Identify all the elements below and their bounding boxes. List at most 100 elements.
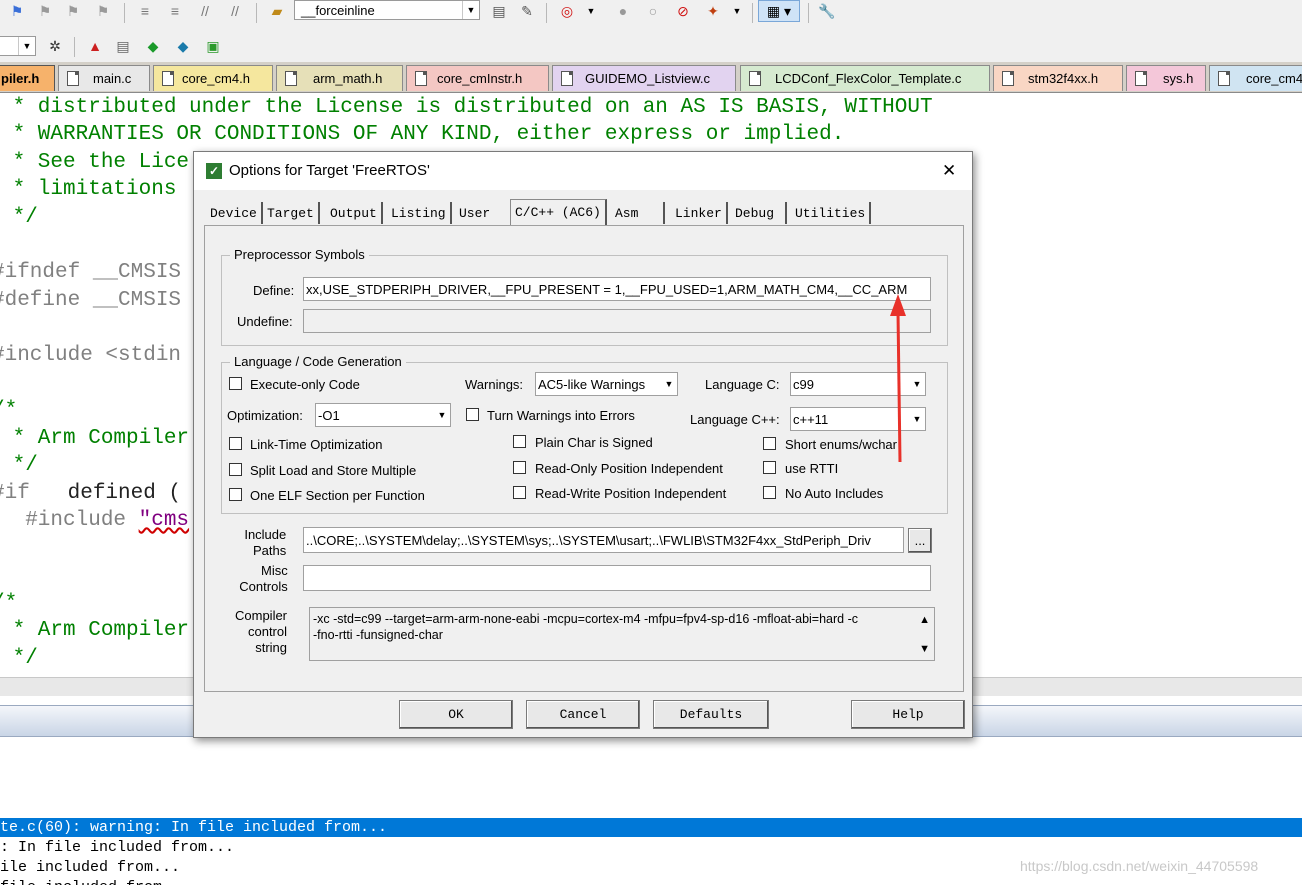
tab-guidemo-listview-c[interactable]: GUIDEMO_Listview.c — [552, 65, 736, 91]
read-write-label: Read-Write Position Independent — [535, 486, 727, 501]
tab-asm[interactable]: Asm — [611, 202, 665, 224]
compiler-control-string[interactable]: -xc -std=c99 --target=arm-arm-none-eabi … — [309, 607, 935, 661]
dropdown-arrow-icon[interactable]: ▼ — [580, 0, 602, 22]
tab-label: arm_math.h — [313, 71, 383, 86]
code-token: #include — [0, 509, 139, 532]
window-layout-icon[interactable]: ▦ ▾ — [758, 0, 800, 22]
no-auto-includes-checkbox[interactable] — [763, 486, 776, 499]
warnings-select[interactable]: AC5-like Warnings ▼ — [535, 372, 678, 396]
code-line: #include "cms — [0, 507, 189, 534]
build-output-line[interactable]: : In file included from... — [0, 838, 234, 858]
comment-icon[interactable]: // — [194, 0, 216, 22]
file-tab-bar: piler.h main.c core_cm4.h arm_math.h cor… — [0, 62, 1302, 93]
define-input[interactable]: xx,USE_STDPERIPH_DRIVER,__FPU_PRESENT = … — [303, 277, 931, 301]
help-button[interactable]: Help — [851, 700, 965, 729]
dropdown-arrow-icon[interactable]: ▼ — [726, 0, 748, 22]
one-elf-checkbox[interactable] — [229, 488, 242, 501]
tab-listing[interactable]: Listing — [387, 202, 452, 224]
target-select[interactable]: ▼ — [0, 36, 36, 56]
pack-update-icon[interactable]: ▣ — [202, 35, 224, 57]
turn-warnings-checkbox[interactable] — [466, 408, 479, 421]
scroll-up-icon[interactable]: ▲ — [919, 612, 930, 628]
tab-label: GUIDEMO_Listview.c — [585, 71, 710, 86]
short-enums-checkbox[interactable] — [763, 437, 776, 450]
code-line: * See the Lice — [0, 151, 190, 174]
target-options-icon[interactable]: ✲ — [44, 35, 66, 57]
debug-session-icon[interactable]: ◎ — [556, 0, 578, 22]
code-line: #define __CMSIS — [0, 289, 182, 312]
read-write-checkbox[interactable] — [513, 486, 526, 499]
one-elf-label: One ELF Section per Function — [250, 488, 425, 503]
incremental-find-icon[interactable]: ✎ — [516, 0, 538, 22]
undefine-input[interactable] — [303, 309, 931, 333]
tab-stm32f4xx-h[interactable]: stm32f4xx.h — [993, 65, 1123, 91]
indent-icon[interactable]: ≡ — [134, 0, 156, 22]
misc-controls-input[interactable] — [303, 565, 931, 591]
tab-target[interactable]: Target — [263, 202, 320, 224]
chevron-down-icon[interactable]: ▼ — [462, 1, 479, 19]
chevron-down-icon[interactable]: ▼ — [661, 373, 677, 395]
use-rtti-checkbox[interactable] — [763, 461, 776, 474]
tools-icon[interactable]: ✦ — [702, 0, 724, 22]
link-time-checkbox[interactable] — [229, 437, 242, 450]
tab-compiler-h[interactable]: piler.h — [0, 65, 55, 91]
build-output-line[interactable]: file included from... — [0, 878, 189, 885]
chevron-down-icon[interactable]: ▼ — [434, 404, 450, 426]
flag-next-icon[interactable]: ⚑ — [62, 0, 84, 22]
optimization-select[interactable]: -O1 ▼ — [315, 403, 451, 427]
close-icon[interactable]: ✕ — [942, 161, 956, 181]
code-line: * WARRANTIES OR CONDITIONS OF ANY KIND, … — [0, 123, 845, 146]
tab-output[interactable]: Output — [326, 202, 383, 224]
scroll-down-icon[interactable]: ▼ — [919, 641, 930, 657]
execute-only-checkbox[interactable] — [229, 377, 242, 390]
run-time-env-icon[interactable]: ◆ — [142, 35, 164, 57]
find-combo[interactable]: __forceinline ▼ — [294, 0, 480, 20]
plain-char-checkbox[interactable] — [513, 435, 526, 448]
wrench-icon[interactable]: 🔧 — [816, 0, 838, 22]
find-in-files-icon[interactable]: ▤ — [488, 0, 510, 22]
tab-utilities[interactable]: Utilities — [791, 202, 872, 224]
breakpoint-disable-icon[interactable]: ○ — [642, 0, 664, 22]
flag-clear-icon[interactable]: ⚑ — [92, 0, 114, 22]
split-load-checkbox[interactable] — [229, 463, 242, 476]
plain-char-label: Plain Char is Signed — [535, 435, 653, 450]
build-output-selected-line[interactable]: te.c(60): warning: In file included from… — [0, 818, 1302, 837]
optimization-value: -O1 — [318, 407, 340, 423]
tab-linker[interactable]: Linker — [671, 202, 728, 224]
chevron-down-icon[interactable]: ▼ — [18, 37, 35, 55]
warnings-label: Warnings: — [465, 377, 524, 392]
language-c-label: Language C: — [705, 377, 780, 392]
language-cpp-value: c++11 — [793, 411, 829, 427]
read-only-checkbox[interactable] — [513, 461, 526, 474]
group-label: Preprocessor Symbols — [230, 247, 369, 262]
tab-lcdconf-c[interactable]: LCDConf_FlexColor_Template.c — [740, 65, 990, 91]
breakpoint-insert-icon[interactable]: ● — [612, 0, 634, 22]
open-folder-icon[interactable]: ▰ — [266, 0, 288, 22]
pack-installer-icon[interactable]: ◆ — [172, 35, 194, 57]
flag-icon[interactable]: ⚑ — [6, 0, 28, 22]
manage-components-icon[interactable]: ▲ — [84, 35, 106, 57]
breakpoint-kill-icon[interactable]: ⊘ — [672, 0, 694, 22]
unindent-icon[interactable]: ≡ — [164, 0, 186, 22]
uncomment-icon[interactable]: // — [224, 0, 246, 22]
flag-prev-icon[interactable]: ⚑ — [34, 0, 56, 22]
tab-core-cm4[interactable]: core_cm4 — [1209, 65, 1302, 91]
tab-sys-h[interactable]: sys.h — [1126, 65, 1206, 91]
include-paths-browse-button[interactable]: ... — [908, 528, 932, 553]
build-output-line[interactable]: ile included from... — [0, 858, 180, 878]
include-paths-input[interactable]: ..\CORE;..\SYSTEM\delay;..\SYSTEM\sys;..… — [303, 527, 904, 553]
tab-cc-ac6[interactable]: C/C++ (AC6) — [510, 199, 607, 225]
code-line: #if defined ( — [0, 480, 181, 507]
language-c-value: c99 — [793, 376, 814, 392]
tab-core-cminstr-h[interactable]: core_cmInstr.h — [406, 65, 549, 91]
tab-core-cm4-h[interactable]: core_cm4.h — [153, 65, 273, 91]
tab-device[interactable]: Device — [206, 202, 263, 224]
tab-arm-math-h[interactable]: arm_math.h — [276, 65, 403, 91]
cancel-button[interactable]: Cancel — [526, 700, 640, 729]
tab-main-c[interactable]: main.c — [58, 65, 150, 91]
tab-user[interactable]: User — [455, 202, 508, 224]
file-extensions-icon[interactable]: ▤ — [112, 35, 134, 57]
tab-debug[interactable]: Debug — [731, 202, 787, 224]
defaults-button[interactable]: Defaults — [653, 700, 769, 729]
ok-button[interactable]: OK — [399, 700, 513, 729]
